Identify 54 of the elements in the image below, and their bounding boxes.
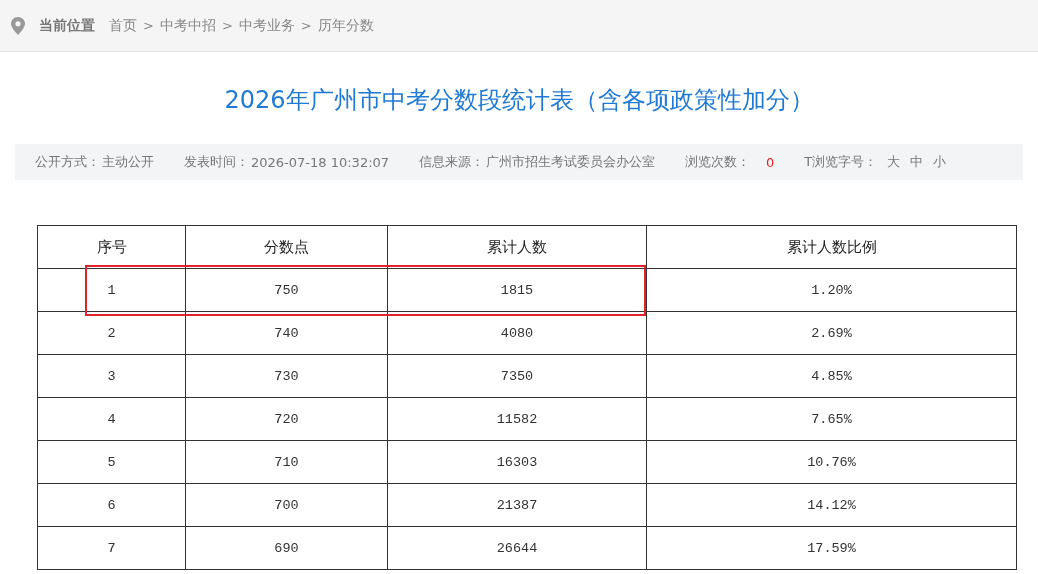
table-cell: 11582 <box>496 411 538 427</box>
meta-label: 发表时间： <box>184 153 249 171</box>
table-cell: 4.85% <box>811 368 852 384</box>
table-cell: 6 <box>107 497 116 513</box>
font-size-link[interactable]: 小 <box>933 153 947 171</box>
column-header: 累计人数比例 <box>786 237 877 257</box>
meta-value: 2026-07-18 10:32:07 <box>251 154 390 170</box>
table-cell: 710 <box>274 454 299 470</box>
font-size-link[interactable]: 大 <box>887 153 901 171</box>
breadcrumb-separator: > <box>143 18 154 33</box>
table-cell: 21387 <box>496 497 538 513</box>
meta-label: 浏览次数： <box>685 153 751 171</box>
table-cell: 690 <box>274 540 299 556</box>
table-cell: 730 <box>274 368 299 384</box>
table-cell: 740 <box>274 325 299 341</box>
column-header: 序号 <box>96 237 127 257</box>
table-cell: 720 <box>274 411 299 427</box>
meta-label: T浏览字号： <box>804 153 878 171</box>
table-cell: 10.76% <box>807 454 856 470</box>
table-cell: 7350 <box>500 368 534 384</box>
column-header: 分数点 <box>264 237 309 257</box>
table-cell: 2 <box>107 325 116 341</box>
table-cell: 1 <box>107 282 116 298</box>
table-cell: 1.20% <box>811 282 852 298</box>
table-cell: 5 <box>107 454 116 470</box>
table-cell: 16303 <box>496 454 538 470</box>
table-cell: 2.69% <box>811 325 852 341</box>
view-count: 0 <box>766 154 775 170</box>
breadcrumb-separator: > <box>221 18 233 33</box>
breadcrumb-link[interactable]: 首页 <box>109 16 137 35</box>
location-label: 当前位置 <box>39 16 95 35</box>
breadcrumb-link[interactable]: 中考业务 <box>238 16 295 35</box>
meta-label: 信息来源： <box>419 153 485 171</box>
meta-value: 主动公开 <box>102 153 154 171</box>
breadcrumb-link[interactable]: 历年分数 <box>317 16 374 35</box>
table-cell: 7 <box>107 540 116 556</box>
table-cell: 700 <box>274 497 299 513</box>
table-cell: 750 <box>274 282 299 298</box>
breadcrumb-separator: > <box>300 18 312 33</box>
table-cell: 14.12% <box>807 497 856 513</box>
table-cell: 26644 <box>496 540 538 556</box>
table-cell: 7.65% <box>811 411 852 427</box>
meta-value: 广州市招生考试委员会办公室 <box>486 153 656 171</box>
column-header: 累计人数 <box>487 237 547 257</box>
location-pin-icon <box>11 16 25 35</box>
table-cell: 4 <box>107 411 116 427</box>
table-cell: 4080 <box>500 325 534 341</box>
meta-label: 公开方式： <box>35 153 100 171</box>
font-size-link[interactable]: 中 <box>910 153 924 171</box>
table-cell: 3 <box>107 368 116 384</box>
page-title: 2026年广州市中考分数段统计表（含各项政策性加分） <box>224 85 814 116</box>
table-cell: 17.59% <box>807 540 856 556</box>
table-cell: 1815 <box>500 282 534 298</box>
breadcrumb-link[interactable]: 中考中招 <box>159 16 216 35</box>
